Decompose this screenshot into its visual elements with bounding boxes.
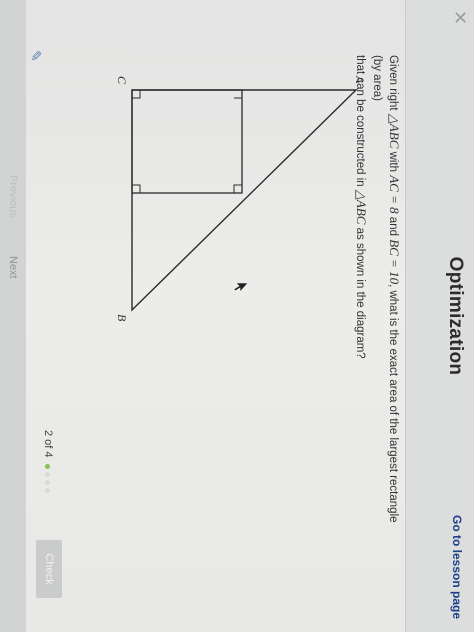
progress-dot	[45, 487, 51, 493]
bc-math: BC = 10	[387, 239, 402, 285]
previous-button[interactable]: Previous	[7, 175, 19, 218]
progress-dot	[45, 479, 51, 485]
right-angle-marker	[132, 184, 141, 193]
right-angle-marker	[233, 184, 242, 193]
pen-icon[interactable]: ✎	[28, 50, 44, 64]
triangle-diagram: A C B	[115, 75, 364, 322]
vertex-label-c: C	[115, 76, 129, 85]
next-button[interactable]: Next	[7, 256, 19, 279]
triangle-math: △ABC	[387, 113, 402, 149]
mouse-cursor-icon	[234, 283, 248, 293]
progress-dot	[45, 463, 51, 469]
lesson-screen: ✕ Optimization Go to lesson page Given r…	[0, 0, 474, 632]
progress-text: 2 of 4	[42, 430, 54, 458]
right-angle-marker	[234, 90, 243, 99]
progress-dot	[45, 471, 51, 477]
question-text-part: Given right	[387, 55, 399, 114]
navigation-bar: Previous Next	[0, 0, 26, 632]
progress-indicator: 2 of 4	[42, 430, 54, 493]
triangle-abc	[131, 89, 358, 312]
right-angle-marker	[132, 90, 141, 99]
check-button[interactable]: Check	[36, 540, 62, 598]
ac-math: AC = 8	[387, 175, 402, 214]
vertex-label-a: A	[353, 75, 364, 84]
inscribed-rectangle	[131, 89, 243, 194]
go-to-lesson-link[interactable]: Go to lesson page	[450, 515, 464, 619]
header-bar: ✕ Optimization Go to lesson page	[405, 0, 474, 632]
vertex-label-b: B	[115, 314, 129, 322]
question-text-part: and	[387, 213, 399, 240]
question-line-1: Given right △ABC with AC = 8 and BC = 10…	[369, 55, 402, 535]
question-text-part: with	[387, 148, 399, 176]
